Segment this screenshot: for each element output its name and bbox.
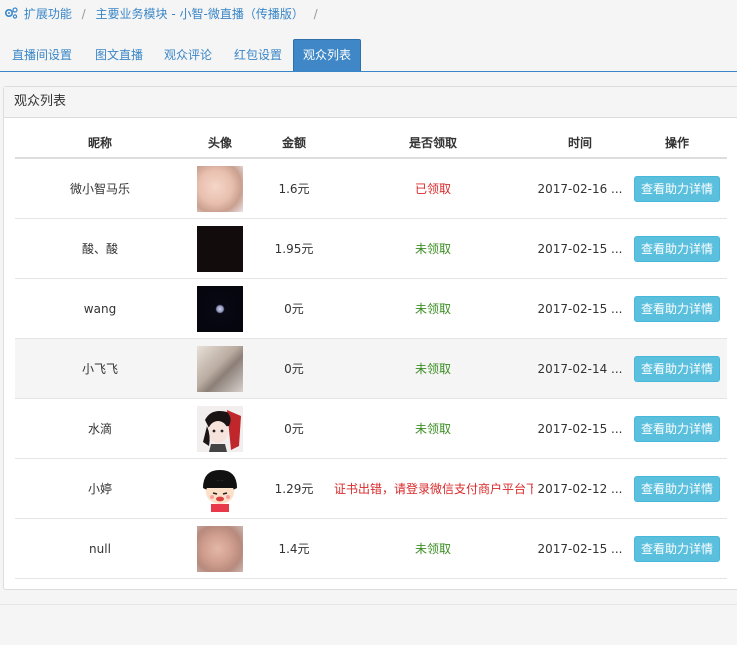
tab-live-room-settings[interactable]: 直播间设置: [4, 40, 80, 70]
tab-audience-list[interactable]: 观众列表: [293, 39, 361, 71]
cell-amount: 1.6元: [255, 158, 333, 219]
audience-table: 昵称 头像 金额 是否领取 时间 操作 微小智马乐 1.6元 已领取 2017-…: [15, 127, 727, 579]
cell-action: 查看助力详情: [627, 158, 727, 219]
table-row: 水滴 0元 未领取 2017-02-15 ... 查看助力详情: [15, 398, 727, 459]
avatar: [197, 285, 243, 332]
cell-amount: 1.95元: [255, 218, 333, 279]
cell-time: 2017-02-12 ...: [533, 458, 627, 519]
breadcrumb-item-extensions[interactable]: 扩展功能: [24, 7, 72, 21]
cell-nickname: 小飞飞: [15, 338, 185, 399]
cell-amount: 0元: [255, 278, 333, 339]
audience-list-panel: 观众列表 昵称 头像 金额 是否领取 时间 操作 微小智马乐 1.6元 已领取 …: [3, 86, 737, 590]
cell-nickname: null: [15, 518, 185, 579]
avatar: [197, 525, 243, 572]
cell-time: 2017-02-15 ...: [533, 218, 627, 279]
table-row: null 1.4元 未领取 2017-02-15 ... 查看助力详情: [15, 518, 727, 579]
gears-icon: [4, 1, 20, 29]
cell-avatar: [185, 158, 255, 219]
cell-nickname: 酸、酸: [15, 218, 185, 279]
header-time: 时间: [533, 127, 627, 159]
cell-time: 2017-02-16 ...: [533, 158, 627, 219]
cell-status: 已领取: [333, 158, 533, 219]
avatar: [197, 225, 243, 272]
header-avatar: 头像: [185, 127, 255, 159]
cell-avatar: [185, 458, 255, 519]
cell-nickname: 小婷: [15, 458, 185, 519]
cell-action: 查看助力详情: [627, 398, 727, 459]
cell-nickname: 水滴: [15, 398, 185, 459]
view-assist-details-button[interactable]: 查看助力详情: [634, 235, 720, 262]
cell-status: 未领取: [333, 518, 533, 579]
cell-amount: 1.4元: [255, 518, 333, 579]
cell-time: 2017-02-15 ...: [533, 398, 627, 459]
header-action: 操作: [627, 127, 727, 159]
cell-action: 查看助力详情: [627, 338, 727, 399]
table-row: 酸、酸 1.95元 未领取 2017-02-15 ... 查看助力详情: [15, 218, 727, 279]
table-row: 微小智马乐 1.6元 已领取 2017-02-16 ... 查看助力详情: [15, 158, 727, 219]
cell-status: 未领取: [333, 278, 533, 339]
cell-action: 查看助力详情: [627, 278, 727, 339]
cell-avatar: [185, 278, 255, 339]
cell-action: 查看助力详情: [627, 218, 727, 279]
cell-amount: 0元: [255, 338, 333, 399]
cell-status: 未领取: [333, 338, 533, 399]
breadcrumb: 扩展功能 / 主要业务模块 - 小智-微直播（传播版） /: [0, 0, 737, 28]
cell-time: 2017-02-15 ...: [533, 518, 627, 579]
header-received: 是否领取: [333, 127, 533, 159]
cell-amount: 1.29元: [255, 458, 333, 519]
avatar: [197, 465, 243, 512]
tab-red-packet-settings[interactable]: 红包设置: [226, 40, 290, 70]
avatar: [197, 165, 243, 212]
table-row: 小婷 1.29元 证书出错，请登录微信支付商户平台下... 2017-02-12…: [15, 458, 727, 519]
cell-status: 未领取: [333, 398, 533, 459]
panel-title: 观众列表: [4, 87, 737, 118]
cell-avatar: [185, 518, 255, 579]
breadcrumb-item-module[interactable]: 主要业务模块 - 小智-微直播（传播版）: [96, 7, 304, 21]
cell-nickname: wang: [15, 278, 185, 339]
view-assist-details-button[interactable]: 查看助力详情: [634, 355, 720, 382]
cell-avatar: [185, 338, 255, 399]
table-row: wang 0元 未领取 2017-02-15 ... 查看助力详情: [15, 278, 727, 339]
cell-time: 2017-02-14 ...: [533, 338, 627, 399]
view-assist-details-button[interactable]: 查看助力详情: [634, 295, 720, 322]
cell-amount: 0元: [255, 398, 333, 459]
view-assist-details-button[interactable]: 查看助力详情: [634, 175, 720, 202]
cell-action: 查看助力详情: [627, 458, 727, 519]
tab-audience-comments[interactable]: 观众评论: [156, 40, 220, 70]
avatar: [197, 405, 243, 452]
avatar: [197, 345, 243, 392]
footer-divider: [0, 604, 737, 605]
cell-action: 查看助力详情: [627, 518, 727, 579]
table-row: 小飞飞 0元 未领取 2017-02-14 ... 查看助力详情: [15, 338, 727, 399]
header-amount: 金额: [255, 127, 333, 159]
cell-nickname: 微小智马乐: [15, 158, 185, 219]
table-header-row: 昵称 头像 金额 是否领取 时间 操作: [15, 127, 727, 159]
view-assist-details-button[interactable]: 查看助力详情: [634, 535, 720, 562]
cell-status: 证书出错，请登录微信支付商户平台下...: [333, 458, 533, 519]
tab-graphic-live[interactable]: 图文直播: [86, 40, 152, 70]
view-assist-details-button[interactable]: 查看助力详情: [634, 475, 720, 502]
cell-avatar: [185, 218, 255, 279]
tab-bar: 直播间设置 图文直播 观众评论 红包设置 观众列表: [0, 39, 737, 72]
view-assist-details-button[interactable]: 查看助力详情: [634, 415, 720, 442]
breadcrumb-separator: /: [81, 7, 86, 21]
cell-status: 未领取: [333, 218, 533, 279]
header-nickname: 昵称: [15, 127, 185, 159]
cell-time: 2017-02-15 ...: [533, 278, 627, 339]
cell-avatar: [185, 398, 255, 459]
breadcrumb-separator: /: [313, 7, 318, 21]
